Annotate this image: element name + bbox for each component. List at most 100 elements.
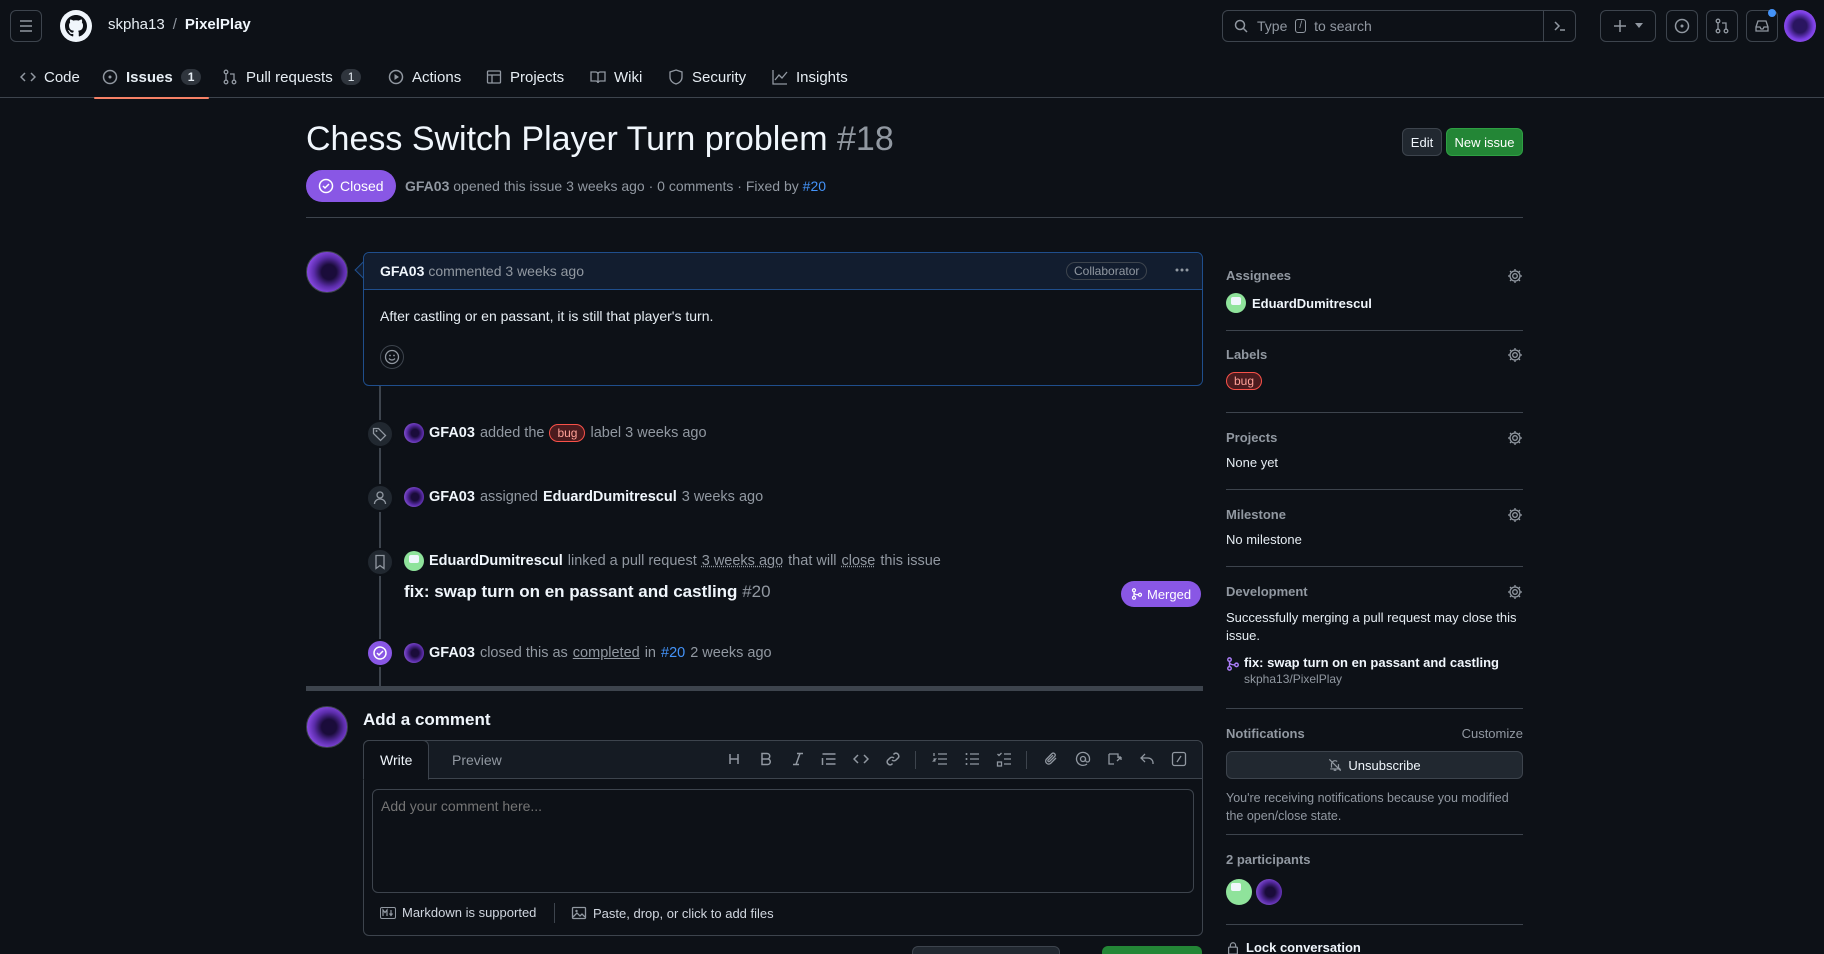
close-issue-button[interactable] bbox=[912, 946, 1060, 954]
customize-link[interactable]: Customize bbox=[1462, 726, 1523, 741]
notifications-section: Notifications Customize Unsubscribe You'… bbox=[1226, 726, 1523, 825]
tab-security[interactable]: Security bbox=[668, 56, 746, 98]
development-pr-title[interactable]: fix: swap turn on en passant and castlin… bbox=[1244, 655, 1499, 670]
event-text: this issue bbox=[880, 553, 940, 569]
unordered-list-icon[interactable] bbox=[964, 751, 980, 767]
user-avatar[interactable] bbox=[1784, 10, 1816, 42]
markdown-note[interactable]: Markdown is supported bbox=[380, 905, 536, 920]
event-time[interactable]: 3 weeks ago bbox=[682, 489, 763, 505]
tab-issues[interactable]: Issues 1 bbox=[102, 56, 201, 98]
chevron-down-icon bbox=[1635, 23, 1643, 29]
event-text: added the bbox=[480, 425, 545, 441]
assignee-item[interactable]: EduardDumitrescul bbox=[1226, 293, 1523, 313]
comment-author[interactable]: GFA03 bbox=[380, 263, 424, 279]
tab-actions[interactable]: Actions bbox=[388, 56, 461, 98]
heading-icon[interactable] bbox=[726, 751, 742, 767]
link-icon[interactable] bbox=[885, 751, 901, 767]
actor-link[interactable]: EduardDumitrescul bbox=[429, 553, 563, 569]
owner-link[interactable]: skpha13 bbox=[108, 16, 165, 33]
kebab-horizontal-icon[interactable] bbox=[1174, 262, 1190, 278]
divider bbox=[1226, 412, 1523, 413]
gear-icon[interactable] bbox=[1507, 430, 1523, 446]
tab-pull-requests[interactable]: Pull requests 1 bbox=[222, 56, 361, 98]
graph-icon bbox=[772, 69, 788, 85]
search-input[interactable]: Type / to search bbox=[1222, 10, 1576, 42]
italic-icon[interactable] bbox=[790, 751, 806, 767]
tab-write[interactable]: Write bbox=[363, 740, 429, 780]
assignee-link[interactable]: EduardDumitrescul bbox=[543, 489, 677, 505]
github-logo-icon[interactable] bbox=[60, 10, 92, 42]
comment-button[interactable] bbox=[1102, 946, 1202, 954]
lock-conversation-text: Lock conversation bbox=[1246, 940, 1361, 954]
plus-icon bbox=[1613, 19, 1627, 33]
actor-link[interactable]: GFA03 bbox=[429, 489, 475, 505]
linked-pr-title[interactable]: fix: swap turn on en passant and castlin… bbox=[404, 582, 771, 602]
issues-icon[interactable] bbox=[1666, 10, 1698, 42]
tab-insights[interactable]: Insights bbox=[772, 56, 848, 98]
actor-link[interactable]: GFA03 bbox=[429, 645, 475, 661]
search-icon bbox=[1233, 18, 1249, 34]
mention-icon[interactable] bbox=[1075, 751, 1091, 767]
event-time[interactable]: 3 weeks ago bbox=[702, 553, 783, 569]
bookmark-icon bbox=[366, 548, 394, 576]
smiley-icon[interactable] bbox=[380, 345, 404, 369]
author-link[interactable]: GFA03 bbox=[405, 178, 449, 194]
pr-link[interactable]: #20 bbox=[661, 645, 685, 661]
avatar[interactable] bbox=[404, 487, 424, 507]
event-text: linked a pull request bbox=[568, 553, 697, 569]
new-issue-button[interactable]: New issue bbox=[1446, 128, 1523, 156]
reply-icon[interactable] bbox=[1139, 751, 1155, 767]
tab-code[interactable]: Code bbox=[20, 56, 80, 98]
repo-link[interactable]: PixelPlay bbox=[185, 16, 251, 33]
comment-textarea[interactable] bbox=[372, 789, 1194, 893]
lock-conversation-link[interactable]: Lock conversation bbox=[1226, 940, 1523, 954]
development-pr-item[interactable]: fix: swap turn on en passant and castlin… bbox=[1226, 655, 1523, 686]
pull-requests-icon[interactable] bbox=[1706, 10, 1738, 42]
avatar[interactable] bbox=[1256, 879, 1282, 905]
gear-icon[interactable] bbox=[1507, 507, 1523, 523]
avatar[interactable] bbox=[404, 643, 424, 663]
avatar[interactable] bbox=[404, 423, 424, 443]
gear-icon[interactable] bbox=[1507, 347, 1523, 363]
slash-command-icon[interactable] bbox=[1171, 751, 1187, 767]
tab-preview[interactable]: Preview bbox=[436, 741, 518, 779]
unsubscribe-button[interactable]: Unsubscribe bbox=[1226, 751, 1523, 779]
tab-wiki[interactable]: Wiki bbox=[590, 56, 642, 98]
pr-title-text[interactable]: fix: swap turn on en passant and castlin… bbox=[404, 582, 737, 601]
ordered-list-icon[interactable] bbox=[932, 751, 948, 767]
timeline-divider bbox=[306, 686, 1203, 691]
development-section: Development Successfully merging a pull … bbox=[1226, 584, 1523, 686]
tab-projects[interactable]: Projects bbox=[486, 56, 564, 98]
avatar[interactable] bbox=[306, 706, 348, 748]
command-palette-icon[interactable] bbox=[1543, 11, 1575, 41]
pull-requests-count: 1 bbox=[341, 69, 362, 85]
edit-button[interactable]: Edit bbox=[1402, 128, 1442, 156]
close-keyword[interactable]: close bbox=[842, 553, 876, 569]
fixed-by-link[interactable]: #20 bbox=[803, 178, 826, 194]
menu-icon[interactable] bbox=[10, 10, 42, 42]
avatar[interactable] bbox=[404, 551, 424, 571]
create-new-button[interactable] bbox=[1600, 10, 1656, 42]
attach-files-note[interactable]: Paste, drop, or click to add files bbox=[571, 905, 774, 921]
divider bbox=[1226, 708, 1523, 709]
bold-icon[interactable] bbox=[758, 751, 774, 767]
completed-link[interactable]: completed bbox=[573, 645, 640, 661]
gear-icon[interactable] bbox=[1507, 268, 1523, 284]
avatar[interactable] bbox=[1226, 879, 1252, 905]
code-icon[interactable] bbox=[853, 751, 869, 767]
cross-reference-icon[interactable] bbox=[1107, 751, 1123, 767]
event-time[interactable]: 2 weeks ago bbox=[690, 645, 771, 661]
comment-time[interactable]: commented 3 weeks ago bbox=[428, 263, 584, 279]
paperclip-icon[interactable] bbox=[1043, 751, 1059, 767]
divider bbox=[1226, 834, 1523, 835]
event-text: that will bbox=[788, 553, 836, 569]
label-bug[interactable]: bug bbox=[549, 424, 585, 442]
quote-icon[interactable] bbox=[821, 751, 837, 767]
tasklist-icon[interactable] bbox=[996, 751, 1012, 767]
actor-link[interactable]: GFA03 bbox=[429, 425, 475, 441]
unsubscribe-label: Unsubscribe bbox=[1348, 758, 1420, 773]
gear-icon[interactable] bbox=[1507, 584, 1523, 600]
avatar[interactable] bbox=[306, 251, 348, 293]
label-bug[interactable]: bug bbox=[1226, 372, 1262, 390]
git-merge-icon bbox=[1131, 588, 1143, 600]
